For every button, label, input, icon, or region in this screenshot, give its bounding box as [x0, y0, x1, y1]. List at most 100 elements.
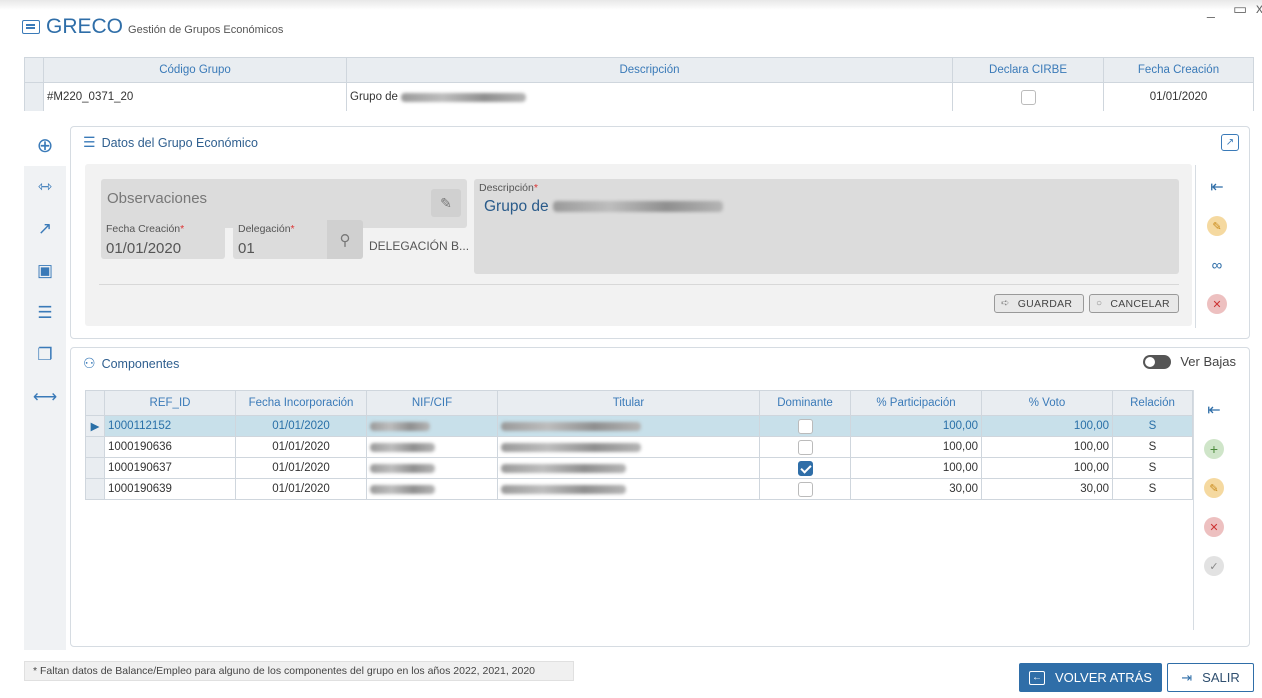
- cell-voto: 30,00: [982, 479, 1113, 499]
- cell-relacion: S: [1148, 462, 1157, 474]
- missing-data-note: * Faltan datos de Balance/Empleo para al…: [24, 661, 574, 681]
- guardar-button[interactable]: ➪ GUARDAR: [994, 294, 1084, 313]
- delete-button[interactable]: ✕: [1207, 294, 1227, 314]
- form-divider: [99, 284, 1179, 285]
- redacted-text: [370, 442, 435, 452]
- edit-icon: ✎: [440, 194, 452, 211]
- dominante-checkbox-checked[interactable]: [797, 460, 813, 476]
- header-dominante[interactable]: Dominante: [760, 391, 851, 415]
- cell-fecha: 01/01/2020: [236, 437, 367, 457]
- redacted-text: [501, 484, 626, 494]
- header-participacion[interactable]: % Participación: [851, 391, 982, 415]
- minimize-icon[interactable]: _: [1207, 2, 1215, 18]
- add-button[interactable]: +: [1204, 439, 1224, 459]
- copy-pages-icon: ❐: [37, 345, 53, 364]
- descripcion-field[interactable]: Descripción* Grupo de: [474, 179, 1179, 274]
- observaciones-label: Observaciones: [107, 190, 208, 207]
- fecha-creacion-label: Fecha Creación*: [106, 223, 185, 235]
- back-arrow-button[interactable]: ⇤: [1204, 400, 1224, 420]
- header-voto[interactable]: % Voto: [982, 391, 1113, 415]
- row-selector: [86, 479, 105, 499]
- delegacion-search-button[interactable]: ⚲: [327, 220, 363, 259]
- header-fecha-incorporacion[interactable]: Fecha Incorporación: [236, 391, 367, 415]
- cell-dominante: [760, 458, 851, 478]
- cell-ref-id: 1000190636: [105, 437, 236, 457]
- cell-declara-cirbe: [953, 83, 1104, 111]
- row-selector: [86, 437, 105, 457]
- cell-voto: 100,00: [982, 458, 1113, 478]
- left-sidebar: ⊕ ⇿ ↗ ▣ ☰ ❐ ⟷: [24, 124, 66, 650]
- sidebar-item-finance[interactable]: ↗: [24, 208, 66, 250]
- cell-fecha-creacion: 01/01/2020: [1149, 91, 1208, 103]
- volver-atras-button[interactable]: ← VOLVER ATRÁS: [1019, 663, 1162, 692]
- table-row[interactable]: 1000190637 01/01/2020 100,00 100,00 S: [86, 458, 1192, 479]
- row-selector[interactable]: [25, 83, 44, 111]
- header-titular[interactable]: Titular: [498, 391, 760, 415]
- row-selected-indicator: ▶: [86, 416, 105, 436]
- sidebar-item-group-link[interactable]: ⇿: [24, 166, 66, 208]
- close-icon[interactable]: x: [1256, 0, 1262, 16]
- header-descripcion[interactable]: Descripción: [347, 58, 953, 82]
- cell-ref-id: 1000190637: [105, 458, 236, 478]
- external-link-button[interactable]: ↗: [1221, 134, 1239, 151]
- sidebar-item-zoom[interactable]: ⊕: [24, 124, 66, 166]
- header-fecha-creacion[interactable]: Fecha Creación: [1104, 58, 1253, 82]
- list-sort-icon: ☰: [37, 303, 53, 322]
- maximize-icon[interactable]: ▭: [1233, 0, 1247, 18]
- edit-button[interactable]: ✎: [1204, 478, 1224, 498]
- ver-bajas-toggle[interactable]: [1143, 355, 1171, 369]
- people-icon: ⚇: [83, 355, 96, 371]
- edit-button[interactable]: ✎: [1207, 216, 1227, 236]
- header-relacion[interactable]: Relación: [1113, 391, 1192, 415]
- dominante-checkbox[interactable]: [797, 418, 813, 434]
- salir-button[interactable]: ⇥ SALIR: [1167, 663, 1254, 692]
- back-arrow-button[interactable]: ⇤: [1207, 177, 1227, 197]
- sidebar-item-list[interactable]: ☰: [24, 292, 66, 334]
- cell-relacion: S: [1148, 483, 1157, 495]
- group-link-icon: ⇿: [37, 177, 53, 196]
- cell-codigo-grupo: #M220_0371_20: [44, 83, 347, 111]
- table-row[interactable]: 1000190636 01/01/2020 100,00 100,00 S: [86, 437, 1192, 458]
- header-codigo-grupo[interactable]: Código Grupo: [44, 58, 347, 82]
- redacted-text: [501, 421, 641, 431]
- edit-observaciones-button[interactable]: ✎: [431, 189, 461, 217]
- row-selector: [86, 458, 105, 478]
- dominante-checkbox[interactable]: [797, 481, 813, 497]
- descripcion-label: Descripción*: [479, 182, 538, 194]
- cell-participacion: 100,00: [851, 458, 982, 478]
- header-ref-id[interactable]: REF_ID: [105, 391, 236, 415]
- delegacion-label: Delegación*: [238, 223, 295, 235]
- group-row[interactable]: #M220_0371_20 Grupo de 01/01/2020: [25, 83, 1253, 111]
- fecha-creacion-field[interactable]: Fecha Creación* 01/01/2020: [101, 220, 225, 259]
- header-declara-cirbe[interactable]: Declara CIRBE: [953, 58, 1104, 82]
- cell-nif-cif: [367, 416, 498, 436]
- cell-participacion: 100,00: [851, 416, 982, 436]
- table-row[interactable]: 1000190639 01/01/2020 30,00 30,00 S: [86, 479, 1192, 500]
- sidebar-item-expand[interactable]: ⟷: [24, 376, 66, 418]
- chart-money-icon: ↗: [37, 219, 53, 238]
- table-row[interactable]: ▶ 1000112152 01/01/2020 100,00 100,00 S: [86, 416, 1192, 437]
- document-person-icon: ▣: [36, 261, 54, 280]
- sidebar-item-copy[interactable]: ❐: [24, 334, 66, 376]
- expand-horizontal-icon: ⟷: [32, 387, 58, 406]
- delete-button[interactable]: ✕: [1204, 517, 1224, 537]
- delegacion-value: 01: [238, 240, 255, 257]
- cell-ref-id: 1000112152: [105, 416, 236, 436]
- declara-cirbe-checkbox[interactable]: [1020, 89, 1036, 105]
- confirm-button[interactable]: ✓: [1204, 556, 1224, 576]
- descripcion-text: Grupo de: [350, 91, 398, 103]
- cell-titular: [498, 458, 760, 478]
- app-header: GRECO Gestión de Grupos Económicos: [22, 15, 283, 39]
- cell-fecha: 01/01/2020: [236, 416, 367, 436]
- cancelar-button[interactable]: ○ CANCELAR: [1089, 294, 1179, 313]
- componentes-table-header: REF_ID Fecha Incorporación NIF/CIF Titul…: [86, 391, 1192, 416]
- redacted-text: [501, 463, 626, 473]
- datos-form: Observaciones ✎ Fecha Creación* 01/01/20…: [85, 164, 1192, 326]
- cancel-icon: ○: [1096, 298, 1103, 309]
- link-button[interactable]: ∞: [1207, 255, 1227, 275]
- delegacion-field[interactable]: Delegación* 01 ⚲: [233, 220, 363, 259]
- cell-dominante: [760, 479, 851, 499]
- header-nif-cif[interactable]: NIF/CIF: [367, 391, 498, 415]
- dominante-checkbox[interactable]: [797, 439, 813, 455]
- sidebar-item-document[interactable]: ▣: [24, 250, 66, 292]
